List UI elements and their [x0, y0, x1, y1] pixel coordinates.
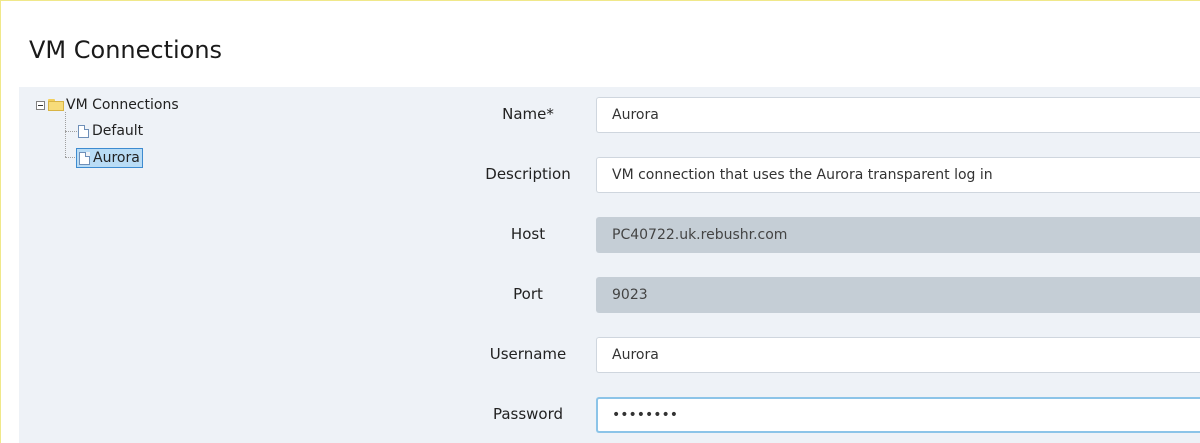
- password-input[interactable]: [596, 397, 1200, 433]
- name-label: Name*: [502, 105, 554, 123]
- password-row: Password: [19, 397, 1200, 433]
- description-row: Description: [19, 157, 1200, 193]
- port-row: Port: [19, 277, 1200, 313]
- host-row: Host: [19, 217, 1200, 253]
- host-input[interactable]: [596, 217, 1200, 253]
- host-label: Host: [510, 225, 546, 243]
- name-input[interactable]: [596, 97, 1200, 133]
- description-input[interactable]: [596, 157, 1200, 193]
- name-row: Name*: [19, 97, 1200, 133]
- connection-tree: VM Connections Default Aurora: [19, 87, 449, 443]
- page-title: VM Connections: [29, 36, 223, 64]
- username-input[interactable]: [596, 337, 1200, 373]
- content-panel: VM Connections Default Aurora Name* Desc…: [19, 87, 1200, 443]
- password-label: Password: [492, 405, 564, 423]
- port-label: Port: [513, 285, 543, 303]
- port-input[interactable]: [596, 277, 1200, 313]
- username-label: Username: [489, 345, 567, 363]
- username-row: Username: [19, 337, 1200, 373]
- description-label: Description: [485, 165, 571, 183]
